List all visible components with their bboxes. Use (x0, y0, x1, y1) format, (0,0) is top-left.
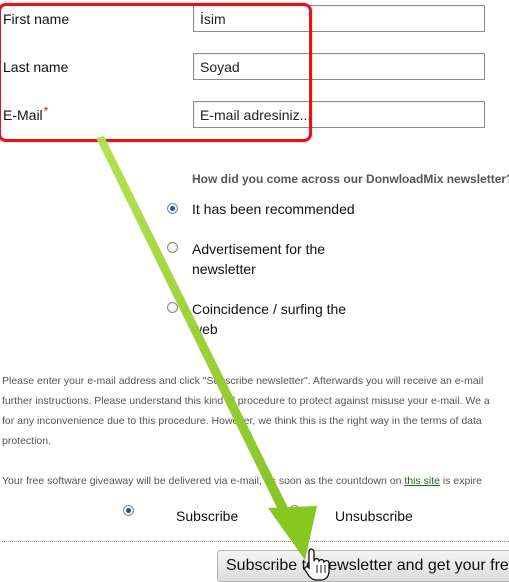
green-arrow (96, 136, 317, 560)
annotation-overlay (96, 136, 330, 581)
hand-cursor-icon (304, 548, 330, 581)
